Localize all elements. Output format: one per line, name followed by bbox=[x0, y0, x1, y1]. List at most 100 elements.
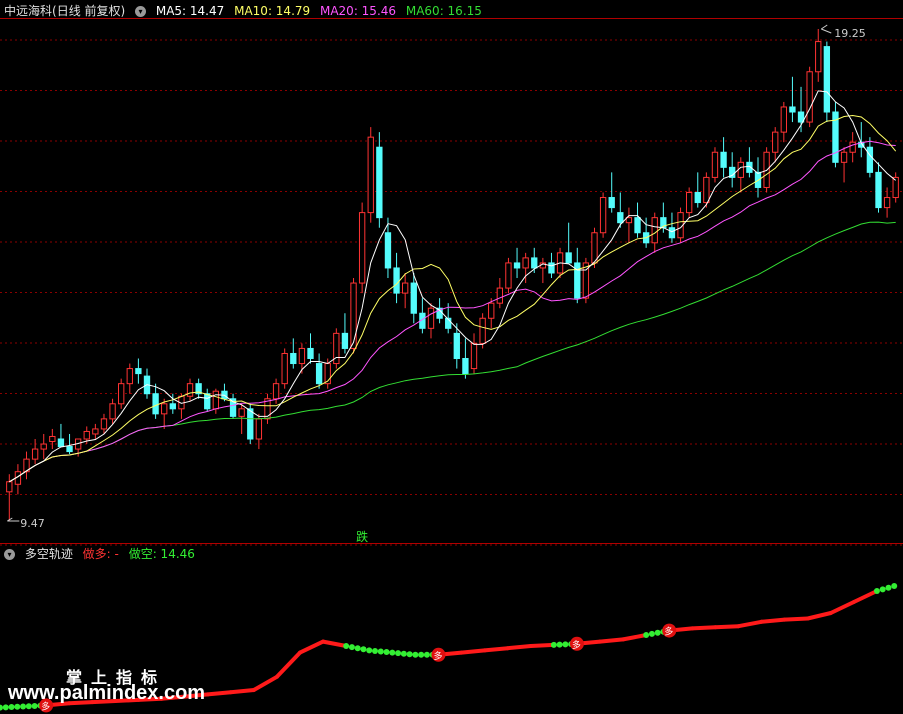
candle-body bbox=[427, 307, 435, 329]
candle-body bbox=[247, 408, 254, 440]
candle-body bbox=[531, 257, 538, 269]
candle-body bbox=[212, 390, 220, 410]
candle-body bbox=[255, 418, 263, 440]
candle-body bbox=[204, 393, 211, 410]
trajectory-segment bbox=[528, 642, 556, 648]
trajectory-dot bbox=[343, 643, 350, 649]
trajectory-dot bbox=[400, 650, 407, 657]
candle-body bbox=[169, 403, 176, 410]
candle-body bbox=[548, 262, 555, 274]
trajectory-dot bbox=[550, 641, 557, 648]
candle-body bbox=[737, 161, 744, 178]
candle-body bbox=[823, 46, 831, 113]
candle-body bbox=[789, 106, 796, 113]
candle-body bbox=[376, 146, 383, 219]
candle-body bbox=[393, 267, 400, 294]
trajectory-dot bbox=[648, 630, 655, 637]
long-value-label: 做多: - bbox=[82, 547, 119, 561]
ma5-label: MA5: 14.47 bbox=[155, 4, 225, 18]
candle-body bbox=[358, 212, 366, 284]
candle-body bbox=[135, 368, 142, 375]
candle-body bbox=[272, 383, 280, 400]
stock-name[interactable]: 中远海科 bbox=[4, 4, 52, 18]
price-mode: (日线 前复权) bbox=[52, 4, 126, 18]
candle-body bbox=[806, 71, 813, 123]
candle-body bbox=[298, 347, 306, 365]
candle-body bbox=[668, 227, 676, 239]
trajectory-segment bbox=[251, 674, 279, 692]
candle-body bbox=[513, 262, 521, 269]
trajectory-dot bbox=[354, 645, 361, 652]
candle-body bbox=[634, 217, 641, 234]
candle-body bbox=[402, 282, 409, 294]
trajectory-segment bbox=[736, 619, 764, 629]
ma5-line bbox=[9, 90, 897, 483]
long-signal-glyph: 多 bbox=[664, 626, 673, 638]
trajectory-segment bbox=[805, 611, 833, 621]
candle-body bbox=[40, 443, 47, 450]
candle-body bbox=[651, 217, 658, 244]
trajectory-dot bbox=[879, 586, 886, 593]
short-value-label: 做空: 14.46 bbox=[128, 547, 195, 561]
indicator-circle-icon[interactable]: ▾ bbox=[4, 549, 15, 560]
candle-body bbox=[109, 403, 116, 420]
long-signal-glyph: 多 bbox=[572, 639, 581, 651]
trajectory-segment bbox=[505, 644, 533, 651]
candle-body bbox=[815, 41, 822, 73]
candle-body bbox=[49, 435, 56, 443]
trajectory-segment bbox=[228, 688, 256, 695]
ma20-line bbox=[9, 140, 896, 483]
trajectory-segment bbox=[598, 637, 626, 644]
candle-body bbox=[522, 257, 529, 269]
long-signal-glyph: 多 bbox=[433, 650, 442, 662]
candle-body bbox=[685, 191, 693, 214]
candle-body bbox=[625, 217, 633, 224]
trajectory-dot bbox=[423, 651, 430, 658]
candle-body bbox=[350, 282, 357, 349]
trajectory-dot bbox=[2, 704, 9, 711]
candle-body bbox=[462, 358, 469, 375]
ma60-line bbox=[9, 221, 896, 483]
candle-body bbox=[599, 197, 607, 234]
trajectory-dot bbox=[885, 584, 892, 591]
trajectory-dot bbox=[0, 704, 3, 711]
candle-body bbox=[608, 197, 615, 209]
candle-body bbox=[840, 151, 848, 163]
candle-body bbox=[496, 287, 503, 304]
candle-body bbox=[238, 408, 245, 417]
ma20-label: MA20: 15.46 bbox=[319, 4, 397, 18]
candle-body bbox=[875, 171, 882, 209]
indicator-name[interactable]: 多空轨迹 bbox=[25, 547, 73, 561]
trajectory-segment bbox=[621, 633, 649, 642]
trajectory-dot bbox=[383, 649, 390, 656]
ma10-label: MA10: 14.79 bbox=[234, 4, 311, 18]
trajectory-segment bbox=[828, 600, 856, 615]
trajectory-segment bbox=[321, 639, 349, 648]
candle-body bbox=[694, 191, 701, 204]
trajectory-dot bbox=[395, 650, 402, 657]
candle-body bbox=[780, 106, 787, 133]
candle-body bbox=[617, 212, 624, 224]
trajectory-dot bbox=[873, 588, 880, 594]
candle-body bbox=[883, 197, 891, 209]
candle-body bbox=[161, 403, 168, 415]
candle-body bbox=[100, 418, 108, 430]
candle-body bbox=[315, 363, 323, 385]
trajectory-dot bbox=[348, 644, 355, 651]
trajectory-segment bbox=[851, 589, 879, 604]
candle-body bbox=[720, 151, 727, 168]
trajectory-segment bbox=[713, 624, 741, 630]
trajectory-dot bbox=[389, 649, 396, 656]
trajectory-dot bbox=[654, 629, 661, 636]
candle-body bbox=[66, 446, 73, 453]
trajectory-dot bbox=[360, 646, 367, 653]
candle-body bbox=[367, 136, 374, 214]
chart-canvas[interactable]: 19.259.47跌多多多多 bbox=[0, 0, 903, 714]
settings-circle-icon[interactable]: ▾ bbox=[135, 6, 147, 17]
main-header: 中远海科(日线 前复权) ▾ MA5: 14.47 MA10: 14.79 MA… bbox=[4, 2, 488, 20]
watermark-url[interactable]: www.palmindex.com bbox=[8, 682, 205, 705]
trajectory-segment bbox=[782, 616, 810, 622]
trajectory-dot bbox=[366, 647, 373, 654]
candle-body bbox=[711, 151, 719, 178]
candle-body bbox=[31, 448, 39, 460]
